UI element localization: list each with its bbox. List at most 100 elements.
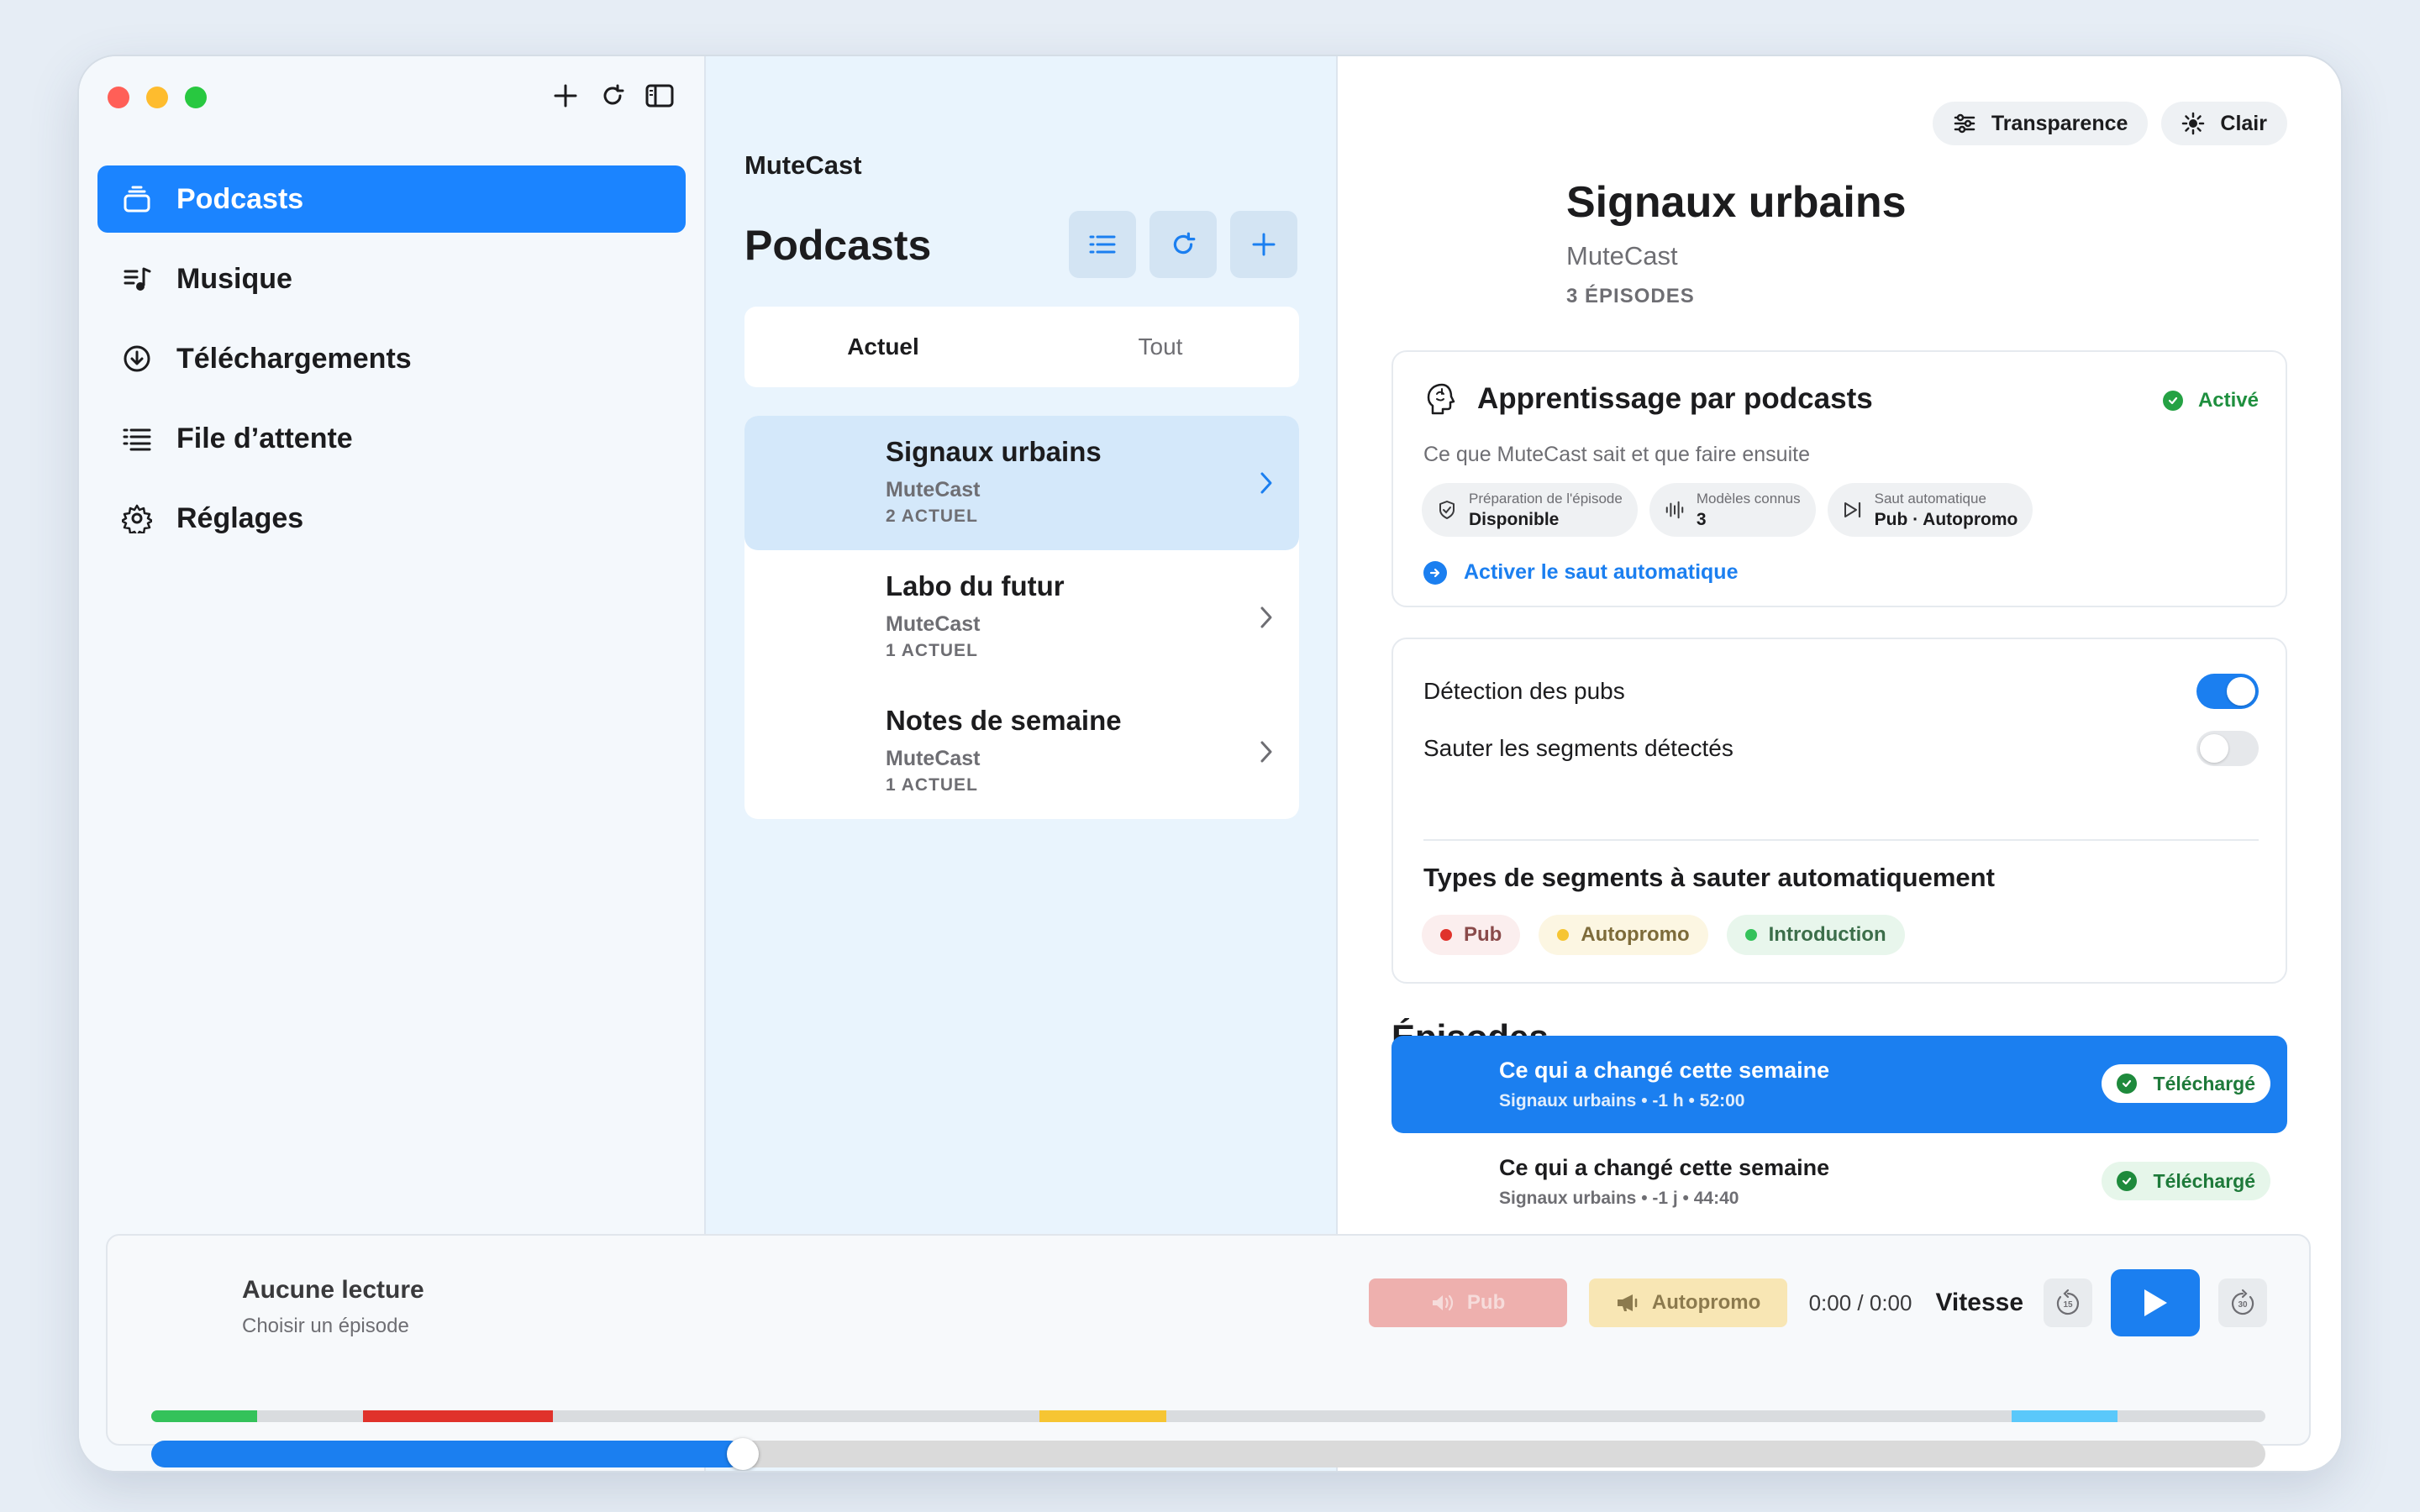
episode-row[interactable]: Ce qui a changé cette semaine Signaux urb… [1392, 1133, 2287, 1231]
svg-text:15: 15 [2063, 1300, 2073, 1310]
skip-pub-button[interactable]: Pub [1368, 1278, 1567, 1327]
tab-current[interactable]: Actuel [744, 307, 1022, 387]
tag-label: Introduction [1768, 923, 1886, 946]
chip-value: Pub · Autopromo [1874, 509, 2018, 529]
podcast-count: 2 ACTUEL [886, 507, 978, 526]
tag-label: Autopromo [1581, 923, 1690, 946]
app-name: MuteCast [744, 150, 862, 180]
theme-label: Clair [2220, 111, 2267, 135]
downloaded-badge: Téléchargé [2101, 1162, 2270, 1200]
chip-auto-skip: Saut automatique Pub · Autopromo [1827, 483, 2033, 537]
brain-icon [1423, 381, 1460, 417]
podcast-count: 1 ACTUEL [886, 775, 978, 795]
skip-autopromo-button[interactable]: Autopromo [1588, 1278, 1787, 1327]
chip-value: 3 [1696, 509, 1707, 529]
episode-title: Ce qui a changé cette semaine [1499, 1155, 1830, 1180]
skip-back-icon: 15 [2056, 1289, 2079, 1315]
list-view-button[interactable] [1069, 211, 1136, 278]
segment-intro [151, 1410, 257, 1422]
sidebar-item-label: Téléchargements [176, 342, 412, 375]
sidebar-item-podcasts[interactable]: Podcasts [97, 165, 686, 233]
page-title: Podcasts [744, 222, 932, 269]
sidebar-toggle-icon[interactable] [645, 81, 674, 110]
check-circle-icon [2116, 1171, 2137, 1191]
plus-icon[interactable] [551, 81, 580, 110]
tab-all[interactable]: Tout [1022, 307, 1299, 387]
player-controls: Pub Autopromo 0:00 / 0:00 Vitesse 15 30 [1368, 1269, 2267, 1336]
speed-button[interactable]: Vitesse [1935, 1289, 2023, 1317]
chevron-right-icon [1254, 602, 1279, 633]
segment-types-heading: Types de segments à sauter automatiqueme… [1423, 863, 1995, 892]
zoom-window-button[interactable] [185, 87, 207, 108]
refresh-button[interactable] [1150, 211, 1217, 278]
podcast-list: Signaux urbains MuteCast 2 ACTUEL Labo d… [744, 416, 1299, 819]
detail-toolbar: Transparence Clair [1932, 102, 2287, 145]
waveform-icon [1665, 500, 1685, 520]
segment-tag-autopromo[interactable]: Autopromo [1539, 915, 1708, 955]
filter-segmented-control: Actuel Tout [744, 307, 1299, 387]
skip-pub-label: Pub [1466, 1291, 1506, 1314]
play-icon [2144, 1289, 2167, 1316]
segment-tag-pub[interactable]: Pub [1422, 915, 1521, 955]
progress-thumb[interactable] [727, 1438, 760, 1470]
refresh-icon[interactable] [598, 81, 627, 110]
chip-label: Modèles connus [1696, 490, 1801, 507]
podcasts-icon [121, 183, 153, 215]
episode-count: 3 ÉPISODES [1566, 285, 1695, 307]
ad-settings-card: Détection des pubs Sauter les segments d… [1392, 638, 2287, 984]
speaker-icon [1430, 1293, 1455, 1313]
sidebar-item-label: Musique [176, 262, 292, 295]
transparency-button[interactable]: Transparence [1932, 102, 2149, 145]
segment-tag-introduction[interactable]: Introduction [1726, 915, 1905, 955]
list-toolbar [1069, 211, 1297, 278]
skip-detected-toggle[interactable] [2196, 731, 2259, 766]
skip-forward-icon: 30 [2232, 1289, 2254, 1315]
episode-meta: Signaux urbains • -1 j • 44:40 [1499, 1189, 1739, 1208]
podcast-title: Signaux urbains [1566, 178, 1907, 227]
chevron-right-icon [1254, 737, 1279, 767]
sidebar-item-queue[interactable]: File d’attente [97, 405, 686, 472]
megaphone-icon [1615, 1293, 1640, 1313]
sliders-icon [1953, 112, 1976, 135]
shield-check-icon [1437, 500, 1457, 520]
podcast-row[interactable]: Notes de semaine MuteCast 1 ACTUEL [744, 685, 1299, 819]
sidebar-toolbar [551, 81, 674, 110]
chip-label: Saut automatique [1874, 490, 1986, 507]
progress-slider[interactable] [151, 1438, 2265, 1470]
learning-title-text: Apprentissage par podcasts [1477, 382, 1873, 415]
sidebar-item-downloads[interactable]: Téléchargements [97, 325, 686, 392]
podcast-row[interactable]: Labo du futur MuteCast 1 ACTUEL [744, 550, 1299, 685]
enable-auto-skip-label: Activer le saut automatique [1464, 560, 1739, 584]
learning-card: Apprentissage par podcasts Activé Ce que… [1392, 350, 2287, 607]
minimize-window-button[interactable] [146, 87, 168, 108]
sidebar-item-settings[interactable]: Réglages [97, 485, 686, 552]
progress-fill [151, 1441, 744, 1467]
check-circle-icon [2116, 1074, 2137, 1094]
skip-detected-label: Sauter les segments détectés [1423, 735, 1733, 761]
window-controls [108, 87, 207, 108]
transparency-label: Transparence [1991, 111, 2128, 135]
podcast-title: Notes de semaine [886, 705, 1122, 736]
podcast-row[interactable]: Signaux urbains MuteCast 2 ACTUEL [744, 416, 1299, 550]
enable-auto-skip-link[interactable]: Activer le saut automatique [1423, 560, 1738, 585]
divider [1423, 839, 2259, 841]
close-window-button[interactable] [108, 87, 129, 108]
segment-autopromo [1039, 1410, 1166, 1422]
sidebar-item-label: Podcasts [176, 182, 304, 215]
sidebar-item-music[interactable]: Musique [97, 245, 686, 312]
tag-label: Pub [1464, 923, 1502, 946]
chevron-right-icon [1254, 468, 1279, 498]
theme-button[interactable]: Clair [2161, 102, 2287, 145]
skip-forward-30-button[interactable]: 30 [2218, 1278, 2267, 1327]
podcast-author: MuteCast [886, 747, 981, 770]
skip-back-15-button[interactable]: 15 [2044, 1278, 2092, 1327]
chip-episode-preparation: Préparation de l'épisode Disponible [1422, 483, 1638, 537]
podcast-title: Signaux urbains [886, 436, 1102, 467]
ad-detection-toggle[interactable] [2196, 674, 2259, 709]
episode-row[interactable]: Ce qui a changé cette semaine Signaux urb… [1392, 1036, 2287, 1133]
downloaded-badge: Téléchargé [2101, 1064, 2270, 1103]
add-podcast-button[interactable] [1230, 211, 1297, 278]
play-button[interactable] [2111, 1269, 2200, 1336]
check-circle-icon [2162, 391, 2183, 411]
download-icon [121, 343, 153, 375]
